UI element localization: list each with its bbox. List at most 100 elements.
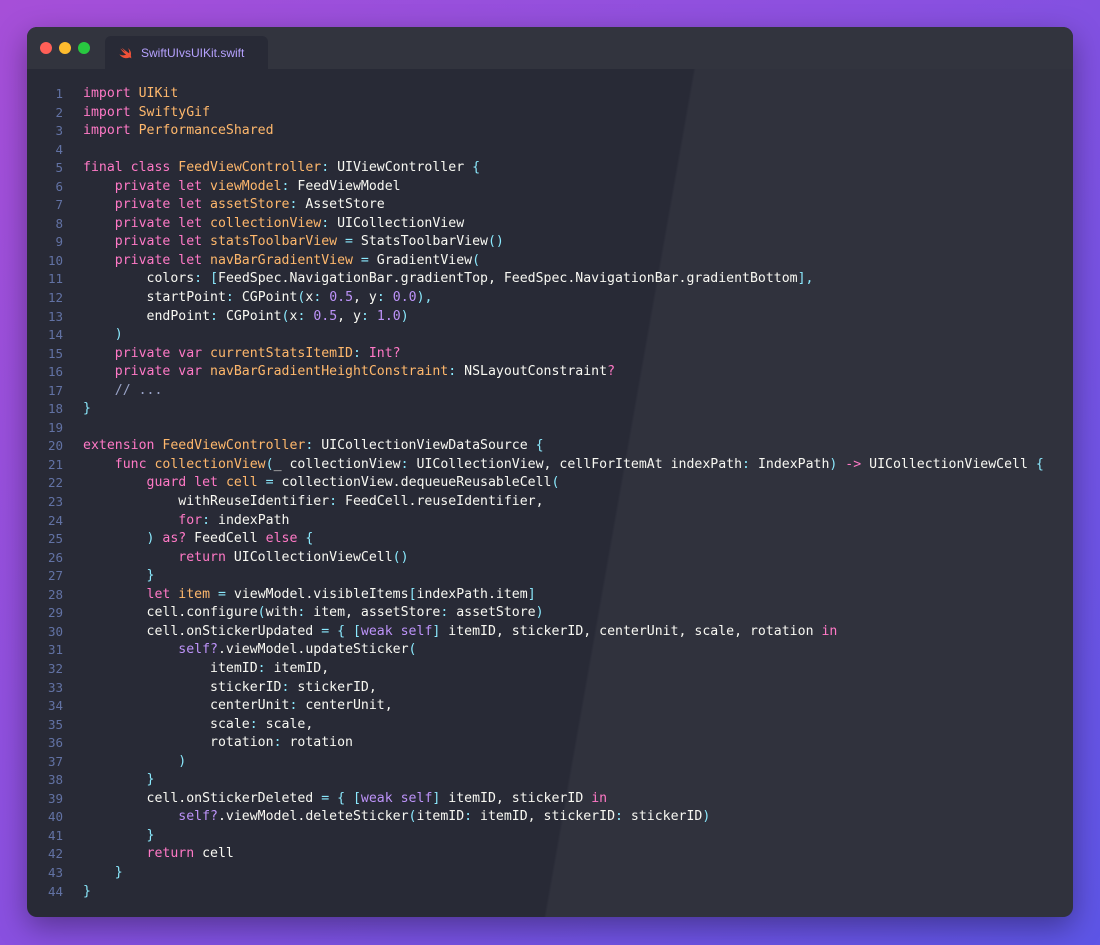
- line-number: 10: [47, 252, 63, 268]
- code-token: (: [408, 809, 417, 825]
- code-token: private let: [114, 234, 203, 250]
- code-token: UICollectionViewCell: [225, 549, 393, 565]
- code-token: endPoint: [83, 308, 211, 324]
- code-token: , y: [337, 308, 361, 324]
- line-number: 18: [47, 401, 63, 417]
- code-text: final class FeedViewController: UIViewCo…: [63, 159, 480, 178]
- code-token: for: [178, 512, 203, 528]
- code-token: let: [146, 586, 171, 602]
- minimize-button[interactable]: [59, 42, 71, 54]
- code-text: for: indexPath: [63, 512, 289, 531]
- code-line: 31 self?.viewModel.updateSticker(: [27, 641, 1073, 660]
- code-text: }: [63, 771, 155, 790]
- code-token: self?: [178, 642, 218, 658]
- code-line: 20 extension FeedViewController: UICollec…: [27, 437, 1073, 456]
- code-token: FeedSpec.NavigationBar.gradientTop, Feed…: [218, 271, 798, 287]
- line-number: 20: [47, 438, 63, 454]
- code-line: 15 private var currentStatsItemID: Int?: [27, 345, 1073, 364]
- file-tab[interactable]: SwiftUIvsUIKit.swift: [105, 36, 268, 69]
- code-token: ],: [797, 271, 814, 287]
- code-token: :: [249, 716, 258, 732]
- code-token: {: [1035, 456, 1044, 472]
- code-token: :: [321, 160, 330, 176]
- code-token: {: [297, 531, 314, 547]
- code-token: .viewModel.deleteSticker: [217, 809, 409, 825]
- code-line: 10 private let navBarGradientView = Grad…: [27, 252, 1073, 271]
- code-line: 3 import PerformanceShared: [27, 122, 1073, 141]
- code-token: =: [345, 234, 353, 250]
- line-number: 39: [47, 790, 63, 806]
- swift-icon: [119, 47, 132, 59]
- code-token: }: [83, 401, 91, 417]
- line-number: 14: [47, 327, 63, 343]
- code-token: ): [83, 531, 155, 547]
- code-text: }: [63, 567, 155, 586]
- code-token: collectionView: [202, 215, 322, 231]
- code-text: private let statsToolbarView = StatsTool…: [63, 233, 504, 252]
- code-line: 32 itemID: itemID,: [27, 660, 1073, 679]
- code-text: }: [63, 864, 123, 883]
- code-token: in: [591, 790, 608, 806]
- code-text: }: [63, 883, 91, 902]
- code-token: (: [472, 252, 481, 268]
- code-token: UIKit: [130, 86, 179, 101]
- code-token: indexPath.item: [416, 586, 528, 602]
- code-token: viewModel: [202, 178, 282, 194]
- code-line: 35 scale: scale,: [27, 716, 1073, 735]
- code-text: endPoint: CGPoint(x: 0.5, y: 1.0): [63, 308, 409, 327]
- line-number: 8: [55, 215, 63, 231]
- code-text: scale: scale,: [63, 716, 313, 735]
- code-token: collectionView.dequeueReusableCell: [273, 475, 552, 491]
- code-token: return: [146, 846, 195, 862]
- line-number: 3: [55, 123, 63, 139]
- code-token: [: [210, 271, 219, 287]
- line-number: 21: [47, 456, 63, 472]
- code-token: guard let: [146, 475, 218, 491]
- zoom-button[interactable]: [78, 42, 90, 54]
- code-token: cell.onStickerUpdated: [83, 623, 322, 639]
- code-editor[interactable]: 1 import UIKit 2 import SwiftyGif 3 import Pe…: [27, 85, 1073, 901]
- code-token: rotation: [281, 735, 353, 751]
- code-text: self?.viewModel.deleteSticker(itemID: it…: [63, 808, 710, 827]
- code-token: _ collectionView: [273, 456, 401, 472]
- code-token: 0.5: [321, 290, 354, 306]
- code-token: FeedViewController: [170, 160, 322, 176]
- line-number: 42: [47, 846, 63, 862]
- code-token: [: [352, 623, 361, 639]
- close-button[interactable]: [40, 42, 52, 54]
- code-token: weak self: [360, 623, 433, 639]
- code-text: import SwiftyGif: [63, 104, 210, 123]
- code-token: :: [615, 809, 623, 825]
- code-text: return UICollectionViewCell(): [63, 549, 408, 568]
- code-token: (): [487, 234, 504, 250]
- code-token: ]: [527, 586, 536, 602]
- code-token: else: [265, 531, 298, 547]
- code-line: 16 private var navBarGradientHeightConst…: [27, 363, 1073, 382]
- code-token: }: [83, 568, 155, 584]
- code-text: guard let cell = collectionView.dequeueR…: [63, 474, 560, 493]
- code-text: extension FeedViewController: UICollecti…: [63, 437, 544, 456]
- code-token: navBarGradientHeightConstraint: [202, 364, 449, 380]
- code-token: scale,: [257, 716, 314, 732]
- code-text: ): [63, 326, 123, 345]
- code-line: 21 func collectionView(_ collectionView:…: [27, 456, 1073, 475]
- code-text: ): [63, 753, 186, 772]
- code-line: 24 for: indexPath: [27, 512, 1073, 531]
- line-number: 30: [47, 623, 63, 639]
- code-token: itemID: [416, 809, 465, 825]
- code-line: 6 private let viewModel: FeedViewModel: [27, 178, 1073, 197]
- code-text: cell.onStickerDeleted = { [weak self] it…: [63, 790, 608, 809]
- code-token: :: [321, 215, 330, 231]
- code-token: with: [265, 605, 298, 621]
- line-number: 1: [55, 86, 63, 101]
- code-token: private let: [114, 252, 203, 268]
- line-number: 13: [47, 308, 63, 324]
- window-controls: [40, 42, 90, 54]
- code-line: 11 colors: [FeedSpec.NavigationBar.gradi…: [27, 270, 1073, 289]
- code-token: :: [360, 308, 369, 324]
- line-number: 24: [47, 512, 63, 528]
